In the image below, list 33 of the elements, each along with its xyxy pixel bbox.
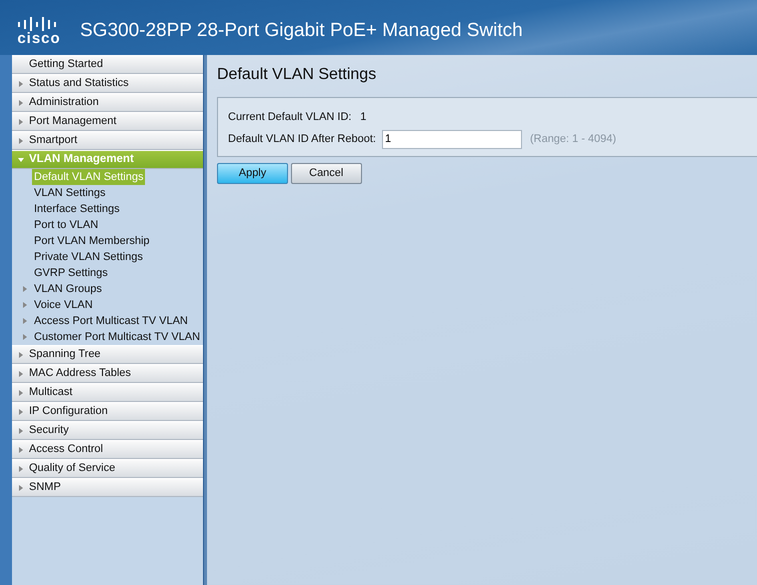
page-title: Default VLAN Settings — [217, 65, 378, 85]
sidebar-subitem[interactable]: Interface Settings — [32, 200, 122, 218]
sidebar-item[interactable]: Spanning Tree — [12, 345, 203, 364]
sidebar-item[interactable]: Status and Statistics — [12, 74, 203, 93]
sidebar-item[interactable]: Access Control — [12, 440, 203, 459]
sidebar-subitem[interactable]: Private VLAN Settings — [32, 248, 145, 266]
sidebar-item[interactable]: Port Management — [12, 112, 203, 131]
sidebar-subitem[interactable]: Port VLAN Membership — [32, 232, 152, 250]
cancel-button[interactable]: Cancel — [290, 162, 362, 184]
sidebar-item[interactable]: SNMP — [12, 478, 203, 497]
sidebar-subitem[interactable]: Customer Port Multicast TV VLAN — [32, 328, 202, 346]
logo-text: cisco — [17, 31, 61, 46]
sidebar-subitem[interactable]: Port to VLAN — [32, 216, 100, 234]
sidebar-item[interactable]: IP Configuration — [12, 402, 203, 421]
device-title: SG300-28PP 28-Port Gigabit PoE+ Managed Switch — [80, 19, 523, 44]
sidebar-subitem[interactable]: VLAN Settings — [32, 184, 108, 202]
sidebar-item[interactable]: Multicast — [12, 383, 203, 402]
sidebar-item[interactable]: Security — [12, 421, 203, 440]
range-hint: (Range: 1 - 4094) — [530, 132, 616, 147]
input-field[interactable]: 1 — [382, 130, 522, 148]
sidebar-item[interactable]: Quality of Service — [12, 459, 203, 478]
sidebar-item[interactable]: MAC Address Tables — [12, 364, 203, 383]
field-label: Current Default VLAN ID: — [228, 110, 352, 125]
sidebar-item[interactable]: Administration — [12, 93, 203, 112]
field-value: 1 — [360, 110, 366, 125]
sidebar-subitem[interactable]: Voice VLAN — [32, 296, 95, 314]
apply-button[interactable]: Apply — [217, 162, 288, 184]
sidebar-item[interactable]: Smartport — [12, 131, 203, 150]
field-label: Default VLAN ID After Reboot: — [228, 132, 376, 147]
sidebar-subitem[interactable]: Access Port Multicast TV VLAN — [32, 312, 190, 330]
sidebar-subitem[interactable]: GVRP Settings — [32, 264, 110, 282]
sidebar-item[interactable]: Getting Started — [12, 55, 203, 74]
sidebar-subitem[interactable]: VLAN Groups — [32, 280, 104, 298]
